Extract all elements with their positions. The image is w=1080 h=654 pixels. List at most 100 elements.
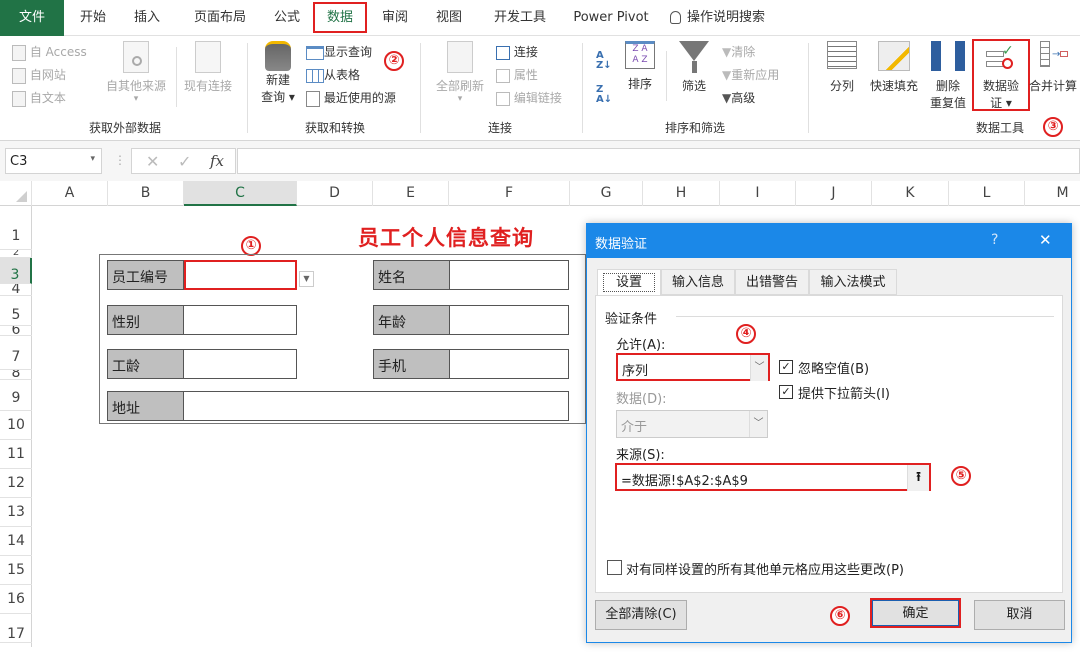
ignore-blank-checkbox[interactable]: ✓ — [779, 360, 793, 374]
tab-home[interactable]: 开始 — [70, 0, 116, 36]
tab-view[interactable]: 视图 — [426, 0, 472, 36]
connections-button[interactable]: 连接 — [496, 43, 538, 60]
existing-connections-button[interactable]: 现有连接 — [180, 41, 236, 94]
column-header-selected[interactable]: C — [184, 181, 297, 206]
row-header[interactable]: 17 — [0, 614, 32, 643]
source-input[interactable]: =数据源!$A$2:$A$9 ⭱ — [615, 463, 931, 491]
column-header[interactable]: A — [32, 181, 108, 206]
row-header[interactable]: 4 — [0, 284, 32, 296]
seniority-cell[interactable] — [183, 349, 297, 379]
row-header-selected[interactable]: 3 — [0, 258, 32, 284]
tab-input-message[interactable]: 输入信息 — [661, 269, 735, 295]
allow-select[interactable]: 序列 ﹀ — [616, 353, 770, 381]
remove-duplicates-button[interactable]: 删除 重复值 — [926, 41, 970, 111]
name-cell[interactable] — [449, 260, 569, 290]
cell-dropdown-arrow-icon[interactable]: ▼ — [299, 271, 314, 287]
enter-check-icon[interactable]: ✓ — [178, 152, 191, 171]
cancel-x-icon[interactable]: ✕ — [146, 152, 159, 171]
tab-formulas[interactable]: 公式 — [264, 0, 310, 36]
dropdown-arrow-checkbox[interactable]: ✓ — [779, 385, 793, 399]
apply-all-checkbox[interactable] — [607, 560, 622, 575]
column-header[interactable]: K — [872, 181, 949, 206]
insert-function-icon[interactable]: fx — [210, 152, 224, 170]
tab-power-pivot[interactable]: Power Pivot — [566, 0, 656, 36]
row-header[interactable]: 7 — [0, 336, 32, 370]
show-queries-button[interactable]: 显示查询 — [306, 43, 372, 60]
row-header[interactable]: 13 — [0, 498, 32, 527]
filter-button[interactable]: 筛选 — [676, 41, 712, 94]
row-header[interactable]: 8 — [0, 370, 32, 380]
row-header[interactable]: 10 — [0, 411, 32, 440]
address-cell[interactable] — [183, 391, 569, 421]
name-box[interactable]: C3 ▾ — [5, 148, 102, 174]
phone-cell[interactable] — [449, 349, 569, 379]
flash-fill-button[interactable]: 快速填充 — [866, 41, 922, 94]
text-to-columns-button[interactable]: 分列 — [822, 41, 862, 94]
advanced-filter-button[interactable]: ▼高级 — [722, 89, 755, 106]
refresh-all-button[interactable]: 全部刷新 ▾ — [430, 41, 490, 104]
cancel-button[interactable]: 取消 — [974, 600, 1065, 630]
chevron-down-icon[interactable]: ﹀ — [750, 355, 768, 381]
tab-error-alert[interactable]: 出错警告 — [735, 269, 809, 295]
row-header[interactable]: 12 — [0, 469, 32, 498]
recent-sources-button[interactable]: 最近使用的源 — [306, 89, 396, 107]
column-header[interactable]: M — [1025, 181, 1080, 206]
collapse-dialog-icon[interactable]: ⭱ — [907, 465, 929, 491]
from-access-button[interactable]: 自 Access — [12, 43, 87, 61]
tell-me-search[interactable]: 操作说明搜索 — [670, 0, 790, 36]
sort-descending-button[interactable]: Z A↓ — [596, 85, 612, 105]
tab-review[interactable]: 审阅 — [372, 0, 418, 36]
tab-file[interactable]: 文件 — [0, 0, 64, 36]
column-header[interactable]: E — [373, 181, 449, 206]
new-query-button[interactable]: 新建 查询 ▾ — [256, 41, 300, 105]
ok-button[interactable]: 确定 — [870, 598, 961, 628]
data-select[interactable]: 介于 ﹀ — [616, 410, 768, 438]
from-other-sources-button[interactable]: 自其他来源 ▾ — [102, 41, 170, 104]
column-header[interactable]: L — [949, 181, 1025, 206]
close-icon[interactable]: ✕ — [1039, 231, 1052, 249]
select-all-corner[interactable] — [0, 181, 32, 206]
column-header[interactable]: J — [796, 181, 872, 206]
tab-insert[interactable]: 插入 — [124, 0, 170, 36]
sort-ascending-button[interactable]: A Z↓ — [596, 51, 612, 71]
consolidate-button[interactable]: → 合并计算 — [1026, 41, 1080, 94]
age-cell[interactable] — [449, 305, 569, 335]
column-header[interactable]: B — [108, 181, 184, 206]
row-header[interactable]: 9 — [0, 380, 32, 411]
column-header[interactable]: H — [643, 181, 720, 206]
row-header[interactable]: 11 — [0, 440, 32, 469]
column-header[interactable]: G — [570, 181, 643, 206]
emp-id-cell[interactable] — [184, 260, 297, 290]
tab-developer[interactable]: 开发工具 — [480, 0, 560, 36]
column-header[interactable]: D — [297, 181, 373, 206]
properties-button[interactable]: 属性 — [496, 66, 538, 83]
from-text-button[interactable]: 自文本 — [12, 89, 66, 107]
data-validation-button[interactable]: ✓ 数据验 证 ▾ — [972, 39, 1030, 111]
column-header[interactable]: I — [720, 181, 796, 206]
clear-filter-button[interactable]: ▼清除 — [722, 43, 755, 60]
row-header[interactable]: 2 — [0, 250, 32, 258]
formula-input[interactable] — [237, 148, 1080, 174]
tab-data[interactable]: 数据 — [313, 2, 367, 33]
row-header[interactable]: 16 — [0, 585, 32, 614]
chevron-down-icon[interactable]: ﹀ — [749, 411, 767, 437]
from-web-button[interactable]: 自网站 — [12, 66, 66, 84]
tab-ime-mode[interactable]: 输入法模式 — [809, 269, 897, 295]
column-header[interactable]: F — [449, 181, 570, 206]
tab-page-layout[interactable]: 页面布局 — [180, 0, 260, 36]
edit-links-button[interactable]: 编辑链接 — [496, 89, 562, 106]
from-table-button[interactable]: 从表格 — [306, 66, 360, 83]
help-icon[interactable]: ? — [991, 232, 998, 248]
dialog-titlebar[interactable]: 数据验证 ? ✕ — [587, 224, 1071, 258]
gender-cell[interactable] — [183, 305, 297, 335]
reapply-button[interactable]: ▼重新应用 — [722, 66, 779, 83]
name-box-dropdown-icon[interactable]: ▾ — [90, 154, 95, 164]
row-header[interactable]: 5 — [0, 296, 32, 326]
row-header[interactable]: 1 — [0, 206, 32, 250]
row-header[interactable]: 14 — [0, 527, 32, 556]
sort-button[interactable]: Z AA Z 排序 — [622, 41, 658, 92]
row-header[interactable]: 6 — [0, 326, 32, 336]
clear-all-button[interactable]: 全部清除(C) — [595, 600, 687, 630]
row-header[interactable]: 15 — [0, 556, 32, 585]
tab-settings[interactable]: 设置 — [597, 269, 661, 297]
